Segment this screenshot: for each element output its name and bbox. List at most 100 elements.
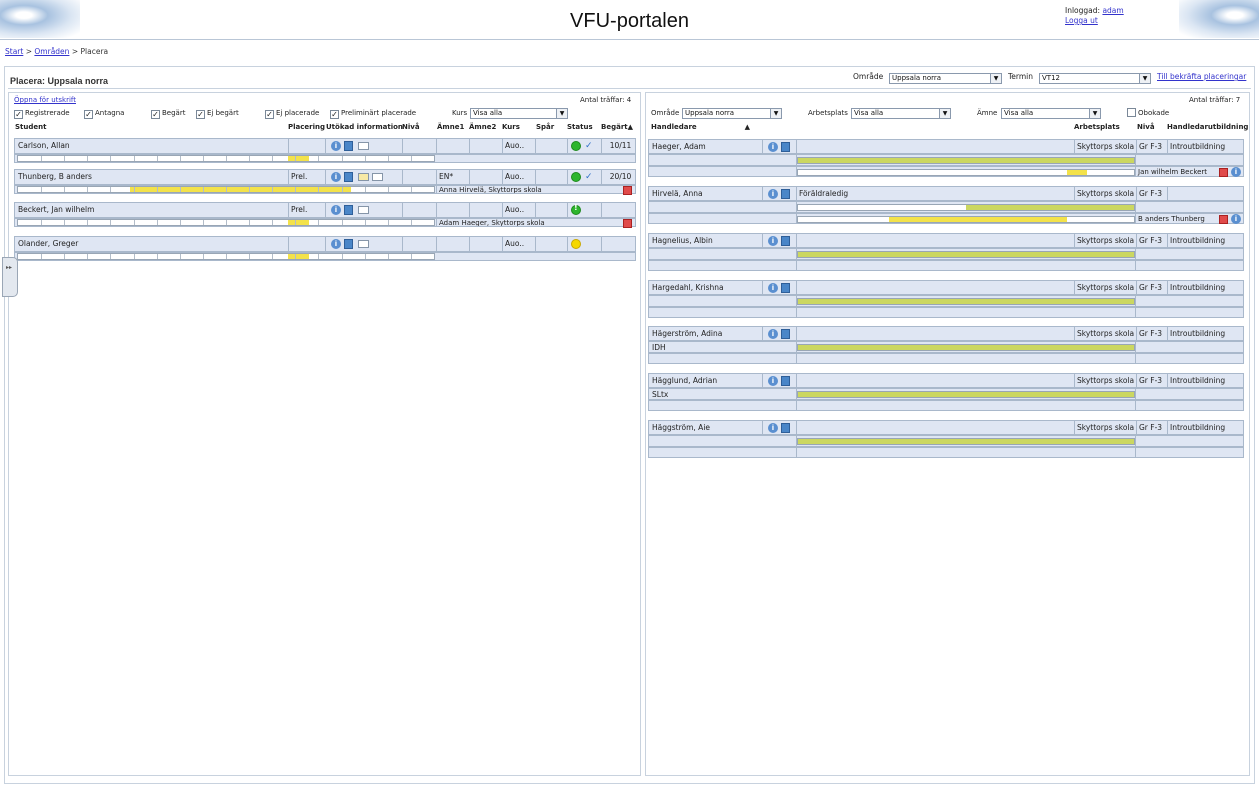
info-icon[interactable]: i bbox=[1231, 167, 1241, 177]
supervisor-row[interactable]: Hargedahl, Krishna i Skyttorps skola Gr F-3… bbox=[648, 280, 1244, 295]
student-row[interactable]: Carlson, Allan i Auo.. ✓ 10/11 bbox=[14, 138, 636, 154]
col-placement[interactable]: Placering bbox=[288, 123, 325, 131]
document-icon[interactable] bbox=[344, 141, 353, 151]
info-icon[interactable]: i bbox=[768, 142, 778, 152]
filter-preliminary[interactable]: ✓ Preliminärt placerade bbox=[330, 108, 416, 119]
document-icon[interactable] bbox=[781, 376, 790, 386]
col-workplace[interactable]: Arbetsplats bbox=[1074, 123, 1120, 131]
breadcrumb-start[interactable]: Start bbox=[5, 47, 23, 56]
filter-not-placed[interactable]: ✓ Ej placerade bbox=[265, 108, 319, 119]
student-row[interactable]: Beckert, Jan wilhelm Prel. i Auo..! bbox=[14, 202, 636, 218]
requested-cell bbox=[601, 237, 637, 251]
col-student[interactable]: Student bbox=[15, 123, 46, 131]
breadcrumb-areas[interactable]: Områden bbox=[34, 47, 69, 56]
envelope-icon[interactable] bbox=[358, 142, 369, 150]
remove-icon[interactable] bbox=[623, 219, 632, 228]
checkbox-checked[interactable]: ✓ bbox=[151, 110, 160, 119]
print-link[interactable]: Öppna för utskrift bbox=[14, 96, 76, 104]
document-icon[interactable] bbox=[344, 172, 353, 182]
bar-tick bbox=[202, 187, 204, 192]
student-row[interactable]: Thunberg, B anders Prel. i EN* Auo.. ✓ 20/10 bbox=[14, 169, 636, 185]
document-icon[interactable] bbox=[781, 423, 790, 433]
remove-icon[interactable] bbox=[1219, 215, 1228, 224]
bar-tick bbox=[133, 156, 135, 161]
info-icon[interactable]: i bbox=[768, 189, 778, 199]
checkbox-checked[interactable]: ✓ bbox=[196, 110, 205, 119]
info-icon[interactable]: i bbox=[768, 376, 778, 386]
logout-link[interactable]: Logga ut bbox=[1065, 16, 1098, 25]
comment-icon[interactable] bbox=[358, 173, 369, 181]
envelope-icon[interactable] bbox=[358, 206, 369, 214]
term-select[interactable]: VT12 ▼ bbox=[1039, 73, 1151, 84]
document-icon[interactable] bbox=[781, 189, 790, 199]
bar-tick bbox=[387, 187, 389, 192]
document-icon[interactable] bbox=[344, 205, 353, 215]
col-requested[interactable]: Begärt▲ bbox=[601, 123, 633, 131]
envelope-icon[interactable] bbox=[358, 240, 369, 248]
supervisor-row[interactable]: Hirvelä, Anna i Föräldraledig Skyttorps sko… bbox=[648, 186, 1244, 201]
filter-registered[interactable]: ✓ Registrerade bbox=[14, 108, 70, 119]
info-icon[interactable]: i bbox=[768, 423, 778, 433]
area-select[interactable]: Uppsala norra ▼ bbox=[889, 73, 1002, 84]
student-row[interactable]: Olander, Greger i Auo.. bbox=[14, 236, 636, 252]
col-subject2[interactable]: Ämne2 bbox=[469, 123, 496, 131]
bar-fill bbox=[798, 299, 1134, 304]
document-icon[interactable] bbox=[781, 329, 790, 339]
document-icon[interactable] bbox=[781, 283, 790, 293]
col-course[interactable]: Kurs bbox=[502, 123, 520, 131]
col-extended-info[interactable]: Utökad information bbox=[326, 123, 403, 131]
filter-requested[interactable]: ✓ Begärt bbox=[151, 108, 185, 119]
subject-select[interactable]: Visa alla ▼ bbox=[1001, 108, 1101, 119]
checkbox-checked[interactable]: ✓ bbox=[330, 110, 339, 119]
bar-tick bbox=[387, 156, 389, 161]
remove-icon[interactable] bbox=[1219, 168, 1228, 177]
document-icon[interactable] bbox=[344, 239, 353, 249]
col-sup-level[interactable]: Nivå bbox=[1137, 123, 1155, 131]
assigned-supervisor: Adam Haeger, Skyttorps skola bbox=[436, 219, 637, 226]
checkbox-checked[interactable]: ✓ bbox=[14, 110, 23, 119]
document-icon[interactable] bbox=[781, 236, 790, 246]
panel-toggle-handle[interactable]: ▸▸ bbox=[2, 257, 18, 297]
info-icon[interactable]: i bbox=[1231, 214, 1241, 224]
supervisor-row[interactable]: Hägglund, Adrian i Skyttorps skola Gr F-3 In… bbox=[648, 373, 1244, 388]
col-training[interactable]: Handledarutbildning bbox=[1167, 123, 1248, 131]
area-label: Område bbox=[853, 72, 884, 81]
chevron-down-icon: ▼ bbox=[990, 74, 1001, 83]
workplace-cell: Skyttorps skola bbox=[1074, 234, 1136, 247]
col-supervisor[interactable]: Handledare ▲ bbox=[651, 123, 750, 131]
supervisor-booking-row bbox=[648, 400, 1244, 411]
info-icon[interactable]: i bbox=[768, 329, 778, 339]
supervisor-row[interactable]: Haeger, Adam i Skyttorps skola Gr F-3 Introu… bbox=[648, 139, 1244, 154]
filter-admitted[interactable]: ✓ Antagna bbox=[84, 108, 124, 119]
col-status[interactable]: Status bbox=[567, 123, 593, 131]
filter-not-requested[interactable]: ✓ Ej begärt bbox=[196, 108, 239, 119]
schedule-bar bbox=[17, 155, 435, 162]
user-link[interactable]: adam bbox=[1102, 6, 1123, 15]
supervisor-row[interactable]: Häggström, Aie i Skyttorps skola Gr F-3 Intr… bbox=[648, 420, 1244, 435]
remove-icon[interactable] bbox=[623, 186, 632, 195]
info-icon[interactable]: i bbox=[331, 141, 341, 151]
col-track[interactable]: Spår bbox=[536, 123, 554, 131]
alert-icon: ! bbox=[574, 203, 578, 212]
info-icon[interactable]: i bbox=[331, 172, 341, 182]
confirm-placements-link[interactable]: Till bekräfta placeringar bbox=[1157, 72, 1246, 81]
checkbox-unchecked[interactable] bbox=[1127, 108, 1136, 117]
course-cell: Auo.. bbox=[502, 170, 535, 184]
sup-area-select[interactable]: Uppsala norra ▼ bbox=[682, 108, 782, 119]
header-decoration-right bbox=[1179, 0, 1259, 38]
document-icon[interactable] bbox=[781, 142, 790, 152]
checkbox-checked[interactable]: ✓ bbox=[84, 110, 93, 119]
envelope-icon[interactable] bbox=[372, 173, 383, 181]
supervisor-row[interactable]: Hägerström, Adina i Skyttorps skola Gr F-3 I… bbox=[648, 326, 1244, 341]
workplace-select[interactable]: Visa alla ▼ bbox=[851, 108, 951, 119]
info-icon[interactable]: i bbox=[331, 239, 341, 249]
checkbox-checked[interactable]: ✓ bbox=[265, 110, 274, 119]
col-level[interactable]: Nivå bbox=[402, 123, 420, 131]
info-icon[interactable]: i bbox=[768, 236, 778, 246]
filter-unbooked[interactable]: Obokade bbox=[1127, 108, 1169, 118]
col-subject1[interactable]: Ämne1 bbox=[437, 123, 464, 131]
supervisor-row[interactable]: Hagnelius, Albin i Skyttorps skola Gr F-3 In… bbox=[648, 233, 1244, 248]
course-select[interactable]: Visa alla ▼ bbox=[470, 108, 568, 119]
info-icon[interactable]: i bbox=[768, 283, 778, 293]
info-icon[interactable]: i bbox=[331, 205, 341, 215]
